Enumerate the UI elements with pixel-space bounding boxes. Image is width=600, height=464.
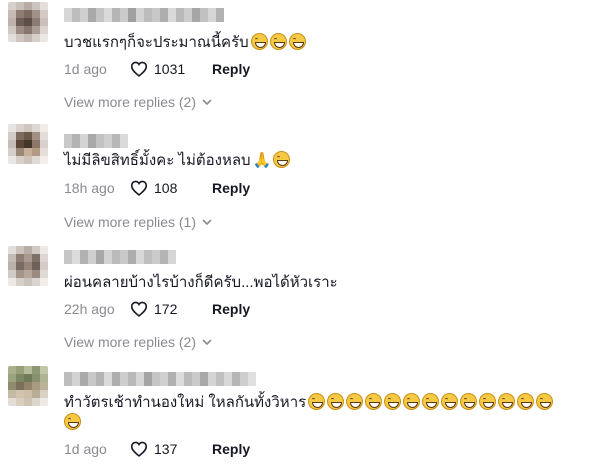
reply-button[interactable]: Reply [212,441,250,457]
grin-squint-tears-icon [422,393,440,410]
heart-icon[interactable] [130,441,148,457]
chevron-down-icon [202,98,212,105]
comment-body: ผ่อนคลายบ้างไรบ้างก็ดีครับ...พอได้หัวเรา… [64,274,338,291]
like-button[interactable]: 137 [130,441,204,457]
grin-squint-icon [64,413,81,430]
comment-body: ไม่มีลิขสิทธิ์มั้งคะ ไม่ต้องหลบ [64,152,251,169]
like-button[interactable]: 1031 [130,61,204,77]
grin-squint-icon [441,393,459,410]
comment-text: ทำวัตรเช้าทำนองใหม่ ใหลกันทั้งวิหาร [64,392,554,414]
like-button[interactable]: 108 [130,180,204,196]
grin-squint-icon [536,393,554,410]
view-more-replies[interactable]: View more replies (2) [64,94,212,110]
comment-meta: 18h ago 108 Reply [64,177,250,199]
grin-squint-tears-icon [327,393,345,410]
timestamp: 1d ago [64,441,107,457]
grin-squint-icon [479,393,497,410]
grin-squint-icon [517,393,535,410]
avatar[interactable] [8,2,48,42]
comment-body: บวชแรกๆก็จะประมาณนี้ครับ [64,34,249,51]
avatar[interactable] [8,366,48,406]
comment-text: บวชแรกๆก็จะประมาณนี้ครับ [64,32,306,54]
comment-text-wrap [64,412,81,434]
grin-squint-tears-icon [250,33,268,50]
like-count: 137 [154,441,178,457]
comment-meta: 1d ago 1031 Reply [64,58,250,80]
username-blurred[interactable] [64,134,128,148]
username-blurred[interactable] [64,8,224,22]
grin-squint-tears-icon [288,33,306,50]
reply-button[interactable]: Reply [212,61,250,77]
like-count: 1031 [154,61,186,77]
chevron-down-icon [202,218,212,225]
grin-squint-tears-icon [403,393,421,410]
heart-icon[interactable] [130,180,148,196]
view-more-replies[interactable]: View more replies (2) [64,334,212,350]
timestamp: 22h ago [64,301,115,317]
username-blurred[interactable] [64,250,176,264]
grin-squint-icon [273,151,291,168]
view-more-label: View more replies (1) [64,214,197,230]
grin-squint-tears-icon [346,393,364,410]
heart-icon[interactable] [130,61,148,77]
comment-text: ผ่อนคลายบ้างไรบ้างก็ดีครับ...พอได้หัวเรา… [64,272,338,294]
timestamp: 1d ago [64,61,107,77]
comment-meta: 22h ago 172 Reply [64,298,250,320]
grin-squint-tears-icon [308,393,326,410]
like-count: 108 [154,180,178,196]
heart-icon[interactable] [130,301,148,317]
reply-button[interactable]: Reply [212,301,250,317]
username-blurred[interactable] [64,372,256,386]
grin-squint-icon [498,393,516,410]
view-more-replies[interactable]: View more replies (1) [64,214,212,230]
like-button[interactable]: 172 [130,301,204,317]
folded-hands-icon: 🙏 [252,152,272,169]
grin-squint-tears-icon [269,33,287,50]
view-more-label: View more replies (2) [64,334,197,350]
chevron-down-icon [202,338,212,345]
comment-meta: 1d ago 137 Reply [64,438,250,460]
reply-button[interactable]: Reply [212,180,250,196]
avatar[interactable] [8,124,48,164]
grin-squint-icon [460,393,478,410]
avatar[interactable] [8,246,48,286]
view-more-label: View more replies (2) [64,94,197,110]
like-count: 172 [154,301,178,317]
grin-squint-tears-icon [365,393,383,410]
timestamp: 18h ago [64,180,115,196]
grin-squint-tears-icon [384,393,402,410]
comment-text: ไม่มีลิขสิทธิ์มั้งคะ ไม่ต้องหลบ 🙏 [64,150,291,172]
comment-body: ทำวัตรเช้าทำนองใหม่ ใหลกันทั้งวิหาร [64,394,307,411]
